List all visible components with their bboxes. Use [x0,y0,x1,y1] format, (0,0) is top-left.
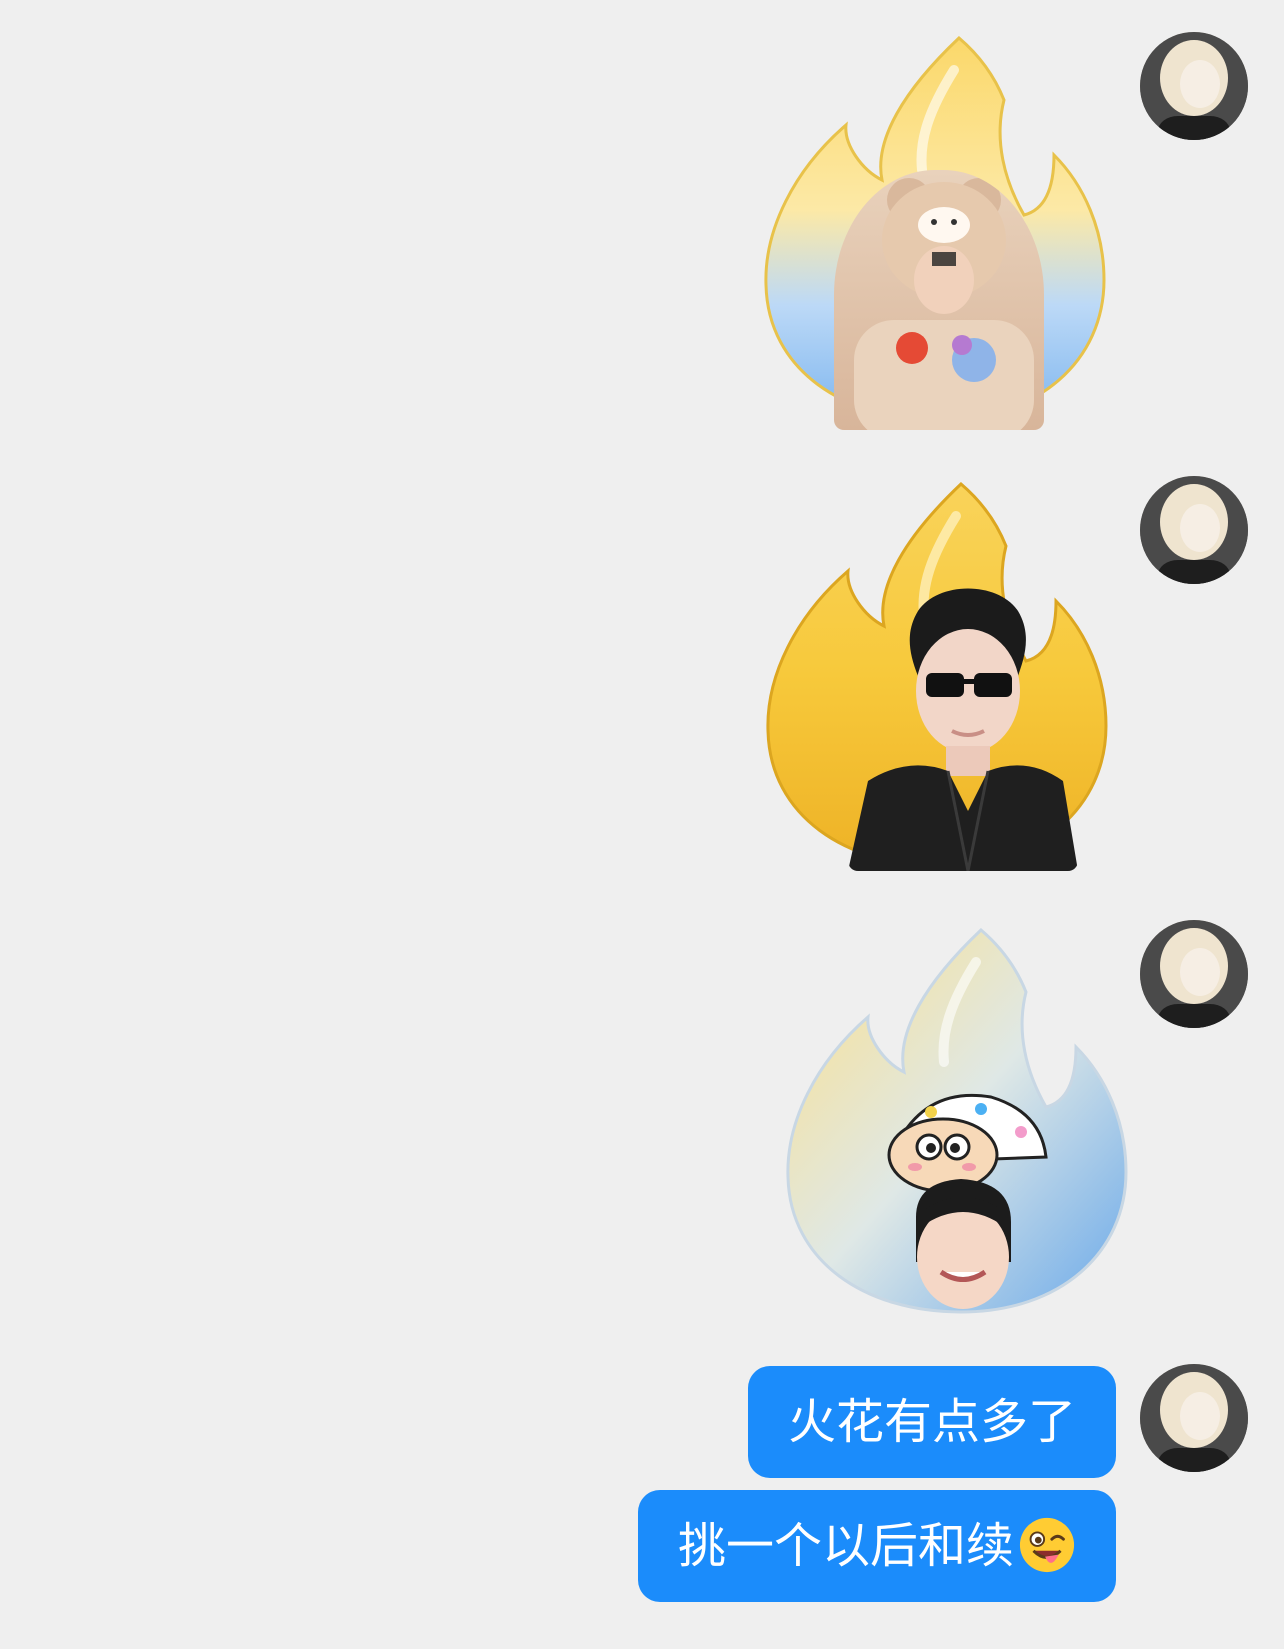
avatar[interactable] [1140,1364,1248,1472]
message-text: 火花有点多了 [787,1394,1076,1450]
fire-sticker[interactable] [776,922,1146,1322]
message-text: 挑一个以后和续 [677,1518,1014,1574]
user-avatar-icon [1140,920,1248,1028]
sunglasses-person-icon [848,581,1079,871]
message-bubble[interactable]: 火花有点多了 [747,1366,1116,1478]
bear-costume-person-icon [834,170,1044,430]
message-bubble[interactable]: 挑一个以后和续 [637,1490,1116,1602]
fire-sticker[interactable] [754,30,1124,430]
user-avatar-icon [1140,1364,1248,1472]
fire-sticker[interactable] [756,476,1126,876]
avatar[interactable] [1140,920,1248,1028]
winking-tongue-emoji-icon [1019,1517,1075,1573]
cartoon-hat-person-icon [871,1087,1051,1317]
user-avatar-icon [1140,476,1248,584]
avatar[interactable] [1140,32,1248,140]
avatar[interactable] [1140,476,1248,584]
user-avatar-icon [1140,32,1248,140]
